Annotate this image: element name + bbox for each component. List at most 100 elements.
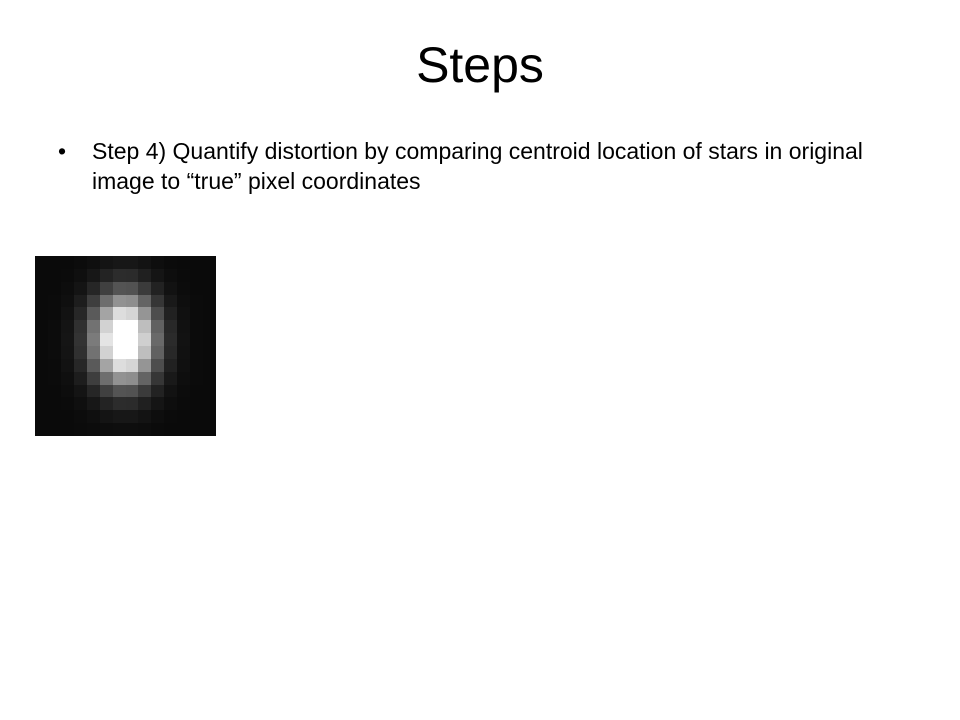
star-pixel — [164, 371, 178, 385]
star-pixel — [112, 333, 126, 346]
star-pixel — [164, 268, 178, 282]
star-pixel — [86, 307, 100, 321]
star-pixel — [47, 371, 61, 385]
star-pixel — [138, 397, 152, 411]
star-pixel — [177, 423, 191, 436]
star-pixel — [190, 384, 204, 398]
star-pixel — [151, 358, 165, 372]
star-pixel — [73, 410, 87, 424]
star-pixel — [203, 397, 216, 411]
star-pixel — [151, 384, 165, 398]
star-pixel — [47, 410, 61, 424]
star-pixel — [73, 320, 87, 334]
star-pixel — [73, 307, 87, 321]
star-pixel — [151, 423, 165, 436]
star-pixel — [138, 268, 152, 282]
star-pixel — [60, 423, 74, 436]
star-pixel — [60, 371, 74, 385]
star-pixel — [203, 256, 216, 269]
star-pixel — [151, 345, 165, 359]
star-pixel — [99, 294, 113, 308]
star-pixel — [35, 333, 48, 346]
star-pixel — [99, 281, 113, 295]
star-pixel — [60, 307, 74, 321]
star-pixel — [73, 358, 87, 372]
star-pixel — [112, 307, 126, 321]
star-pixel — [112, 384, 126, 398]
star-pixel — [190, 423, 204, 436]
star-pixel — [112, 397, 126, 411]
star-pixel — [151, 333, 165, 346]
star-pixel — [112, 281, 126, 295]
star-pixel — [47, 256, 61, 269]
star-pixel — [86, 397, 100, 411]
star-pixel — [99, 333, 113, 346]
star-pixel — [190, 307, 204, 321]
star-pixel — [190, 397, 204, 411]
star-pixel — [99, 358, 113, 372]
star-pixel — [86, 268, 100, 282]
star-pixel — [73, 384, 87, 398]
star-pixel — [164, 410, 178, 424]
star-pixel — [177, 345, 191, 359]
star-pixel — [99, 256, 113, 269]
star-pixel — [99, 397, 113, 411]
star-pixel — [177, 281, 191, 295]
star-pixel — [125, 256, 139, 269]
star-pixel — [35, 294, 48, 308]
star-pixel — [190, 345, 204, 359]
star-pixel — [164, 345, 178, 359]
star-pixel — [164, 256, 178, 269]
star-pixel — [86, 333, 100, 346]
star-pixel — [203, 294, 216, 308]
star-pixel — [73, 268, 87, 282]
star-pixel — [151, 256, 165, 269]
star-pixel — [177, 320, 191, 334]
star-pixel — [73, 423, 87, 436]
star-pixel — [125, 345, 139, 359]
star-pixel — [164, 384, 178, 398]
bullet-item: • Step 4) Quantify distortion by compari… — [58, 136, 918, 196]
star-pixel — [47, 294, 61, 308]
star-pixel — [125, 371, 139, 385]
star-pixel — [151, 397, 165, 411]
star-pixel — [112, 294, 126, 308]
star-pixel — [125, 423, 139, 436]
star-pixel — [35, 345, 48, 359]
star-pixel — [60, 345, 74, 359]
star-pixel — [47, 333, 61, 346]
star-pixel — [164, 294, 178, 308]
star-pixel — [112, 320, 126, 334]
star-pixel — [112, 410, 126, 424]
star-pixel — [99, 423, 113, 436]
star-pixel — [86, 256, 100, 269]
star-pixel — [47, 423, 61, 436]
star-pixel — [73, 397, 87, 411]
star-pixel — [60, 410, 74, 424]
bullet-text: Step 4) Quantify distortion by comparing… — [92, 138, 863, 194]
star-pixel — [203, 371, 216, 385]
star-pixel — [138, 423, 152, 436]
star-pixel — [138, 320, 152, 334]
star-pixel — [86, 384, 100, 398]
star-pixel — [47, 320, 61, 334]
star-pixel — [138, 358, 152, 372]
star-pixel — [138, 371, 152, 385]
star-pixel — [138, 410, 152, 424]
star-pixel — [190, 281, 204, 295]
star-pixel — [177, 371, 191, 385]
star-pixel — [203, 410, 216, 424]
star-pixel — [112, 423, 126, 436]
star-pixel — [60, 294, 74, 308]
star-pixel — [125, 333, 139, 346]
star-pixel — [60, 268, 74, 282]
star-pixel — [164, 333, 178, 346]
star-pixel — [203, 320, 216, 334]
star-pixel — [35, 307, 48, 321]
star-pixel — [86, 345, 100, 359]
star-pixel — [177, 268, 191, 282]
star-pixel — [99, 345, 113, 359]
star-pixel — [151, 268, 165, 282]
star-pixel — [177, 294, 191, 308]
star-pixel — [47, 307, 61, 321]
